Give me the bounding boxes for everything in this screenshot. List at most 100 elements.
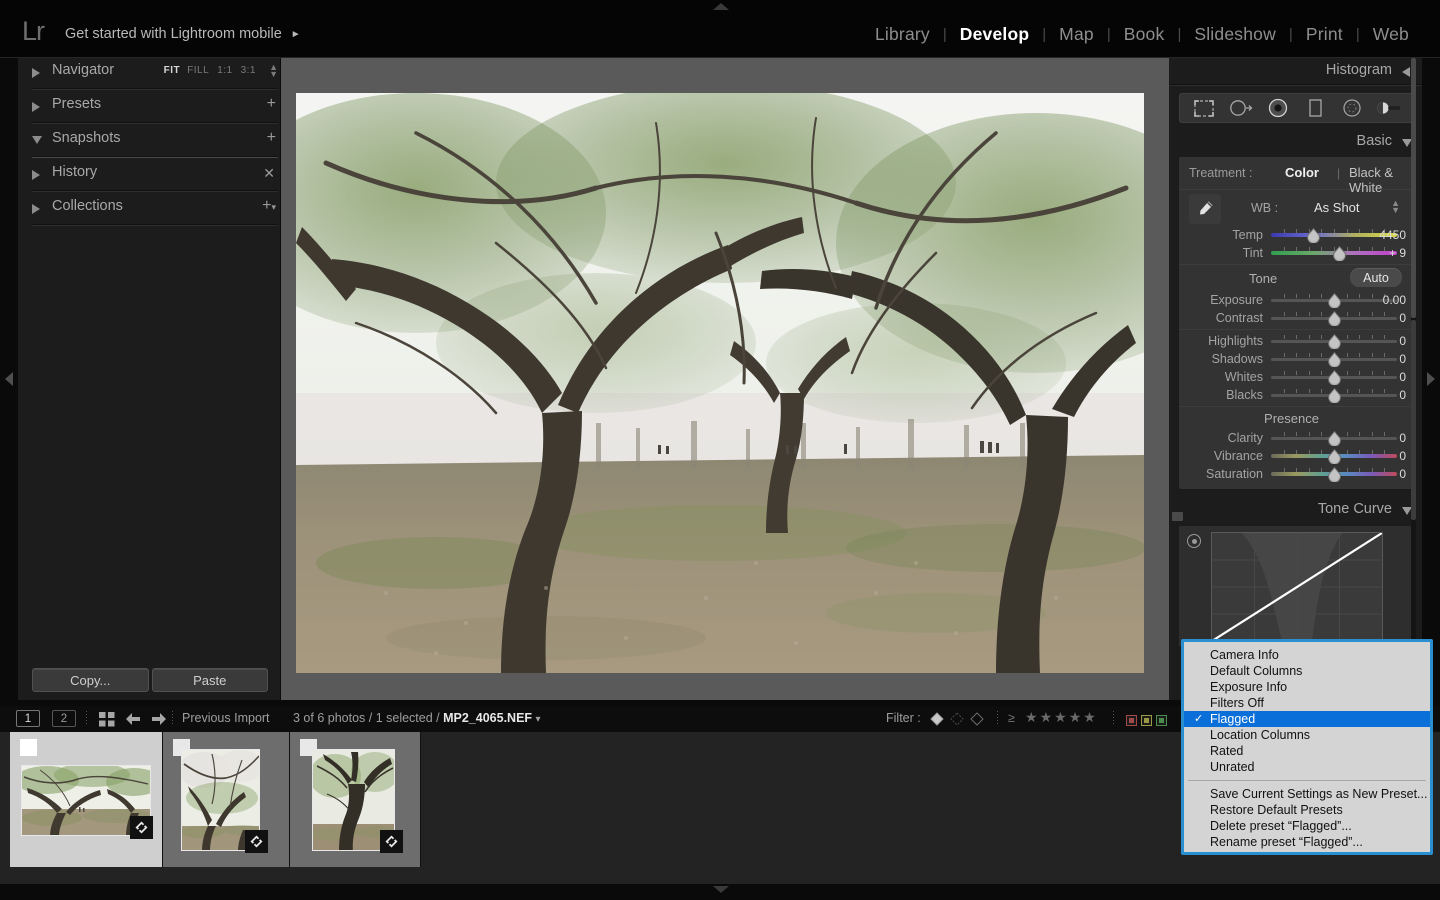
slider-contrast[interactable]: Contrast 0 [1179, 309, 1414, 327]
top-panel-toggle-icon[interactable] [713, 3, 729, 10]
page-two-button[interactable]: 2 [52, 710, 76, 727]
module-tab-book[interactable]: Book [1111, 24, 1178, 45]
photo-preview[interactable] [296, 93, 1144, 673]
menu-item-exposure-info[interactable]: Exposure Info [1184, 679, 1430, 695]
white-balance-selector-icon[interactable] [1189, 194, 1221, 224]
slider-clarity[interactable]: Clarity 0 [1179, 429, 1414, 447]
page-one-button[interactable]: 1 [16, 710, 40, 727]
red-eye-correction-icon[interactable] [1265, 97, 1291, 119]
tone-curve-point-toggle-icon[interactable] [1172, 512, 1183, 521]
slider-blacks[interactable]: Blacks 0 [1179, 386, 1414, 404]
zoom-fit[interactable]: FIT [164, 65, 181, 76]
clear-history-icon[interactable]: ✕ [263, 165, 275, 181]
slider-knob[interactable] [1333, 245, 1346, 262]
slider-tint[interactable]: Tint + 9 [1179, 244, 1414, 262]
add-collection-icon[interactable]: +▾ [262, 198, 276, 215]
zoom-1-1[interactable]: 1:1 [217, 65, 232, 76]
get-started-promo[interactable]: Get started with Lightroom mobile ► [65, 26, 301, 42]
slider-knob[interactable] [1328, 351, 1341, 368]
adjustment-brush-icon[interactable] [1376, 97, 1402, 119]
slider-knob[interactable] [1328, 310, 1341, 327]
menu-item-rated[interactable]: Rated [1184, 743, 1430, 759]
slider-value[interactable]: 0 [1364, 352, 1406, 366]
slider-exposure[interactable]: Exposure 0.00 [1179, 291, 1414, 309]
slider-knob[interactable] [1328, 369, 1341, 386]
module-tab-develop[interactable]: Develop [947, 24, 1042, 45]
module-tab-library[interactable]: Library [862, 24, 943, 45]
slider-saturation[interactable]: Saturation 0 [1179, 465, 1414, 483]
slider-highlights[interactable]: Highlights 0 [1179, 332, 1414, 350]
rating-operator[interactable]: ≥ [1008, 711, 1015, 725]
slider-vibrance[interactable]: Vibrance 0 [1179, 447, 1414, 465]
zoom-stepper-icon[interactable]: ▲ ▼ [269, 63, 278, 79]
filename-caret-icon[interactable]: ▾ [536, 714, 541, 725]
zoom-fill[interactable]: FILL [187, 65, 209, 76]
slider-value[interactable]: 0 [1364, 431, 1406, 445]
treatment-color-option[interactable]: Color [1285, 165, 1319, 180]
menu-action-save-current-settings-as-new-preset[interactable]: Save Current Settings as New Preset... [1184, 786, 1430, 802]
chevron-right-icon[interactable] [32, 68, 40, 78]
slider-knob[interactable] [1328, 292, 1341, 309]
menu-action-delete-preset-flagged[interactable]: Delete preset “Flagged”... [1184, 818, 1430, 834]
filmstrip-thumb[interactable] [163, 732, 289, 867]
panel-header-basic[interactable]: Basic [1169, 129, 1422, 155]
module-tab-map[interactable]: Map [1046, 24, 1107, 45]
add-snapshot-icon[interactable]: + [267, 130, 276, 146]
add-preset-icon[interactable]: + [267, 96, 276, 112]
sidebar-item-history[interactable]: History ✕ [32, 160, 278, 190]
sidebar-item-presets[interactable]: Presets + [32, 92, 278, 122]
spot-removal-icon[interactable] [1228, 97, 1254, 119]
grid-view-icon[interactable] [99, 712, 115, 732]
navigator-zoom-levels[interactable]: FIT FILL 1:1 3:1 [164, 65, 264, 76]
auto-tone-button[interactable]: Auto [1350, 268, 1402, 287]
chevron-right-icon[interactable] [32, 170, 40, 180]
slider-shadows[interactable]: Shadows 0 [1179, 350, 1414, 368]
panel-header-tone-curve[interactable]: Tone Curve [1169, 497, 1422, 523]
zoom-3-1[interactable]: 3:1 [241, 65, 256, 76]
module-tab-print[interactable]: Print [1293, 24, 1356, 45]
wb-value[interactable]: As Shot [1314, 200, 1360, 215]
sidebar-item-collections[interactable]: Collections +▾ [32, 194, 278, 224]
chevron-down-icon[interactable] [32, 136, 42, 144]
slider-knob[interactable] [1328, 448, 1341, 465]
right-panel-scroll-thumb[interactable] [1411, 58, 1416, 318]
right-panel-collapse-icon[interactable] [1427, 372, 1435, 386]
menu-action-rename-preset-flagged[interactable]: Rename preset “Flagged”... [1184, 834, 1430, 850]
sidebar-item-navigator[interactable]: Navigator FIT FILL 1:1 3:1 ▲ ▼ [32, 58, 278, 88]
star-1-icon[interactable]: ★ [1025, 709, 1038, 725]
crop-overlay-icon[interactable] [1191, 97, 1217, 119]
slider-value[interactable]: 0 [1364, 334, 1406, 348]
tone-curve-panel[interactable] [1179, 526, 1414, 646]
treatment-bw-option[interactable]: Black & White [1349, 165, 1414, 195]
menu-item-unrated[interactable]: Unrated [1184, 759, 1430, 775]
left-panel-collapse-icon[interactable] [5, 372, 13, 386]
star-4-icon[interactable]: ★ [1069, 709, 1082, 725]
slider-knob[interactable] [1306, 227, 1320, 244]
slider-knob[interactable] [1328, 466, 1341, 483]
slider-whites[interactable]: Whites 0 [1179, 368, 1414, 386]
graduated-filter-icon[interactable] [1302, 97, 1328, 119]
slider-temp[interactable]: Temp 4450 [1179, 226, 1414, 244]
preset-context-menu[interactable]: Camera Info Default Columns Exposure Info F… [1181, 639, 1433, 855]
slider-knob[interactable] [1328, 430, 1341, 447]
radial-filter-icon[interactable] [1339, 97, 1365, 119]
image-viewer[interactable] [281, 58, 1169, 700]
flag-marker-icon[interactable] [20, 739, 37, 756]
source-label[interactable]: Previous Import [182, 711, 270, 725]
go-forward-icon[interactable] [150, 712, 166, 731]
filmstrip-thumb-selected[interactable] [10, 732, 162, 867]
rating-filter-stars[interactable]: ★ ★ ★ ★ ★ [1024, 709, 1097, 727]
right-panel-scroll-thumb-lower[interactable] [1411, 320, 1416, 520]
menu-item-location-columns[interactable]: Location Columns [1184, 727, 1430, 743]
slider-value[interactable]: + 9 [1364, 246, 1406, 260]
wb-stepper-icon[interactable]: ▲ ▼ [1391, 199, 1400, 215]
go-back-icon[interactable] [126, 712, 142, 731]
copy-button[interactable]: Copy... [32, 668, 149, 692]
slider-value[interactable]: 0 [1364, 311, 1406, 325]
star-5-icon[interactable]: ★ [1083, 709, 1096, 725]
color-label-swatch-1[interactable] [1126, 715, 1137, 726]
chevron-left-icon[interactable] [1402, 67, 1410, 77]
develop-badge-icon[interactable] [130, 816, 153, 839]
paste-button[interactable]: Paste [151, 668, 268, 692]
slider-value[interactable]: 4450 [1364, 228, 1406, 242]
